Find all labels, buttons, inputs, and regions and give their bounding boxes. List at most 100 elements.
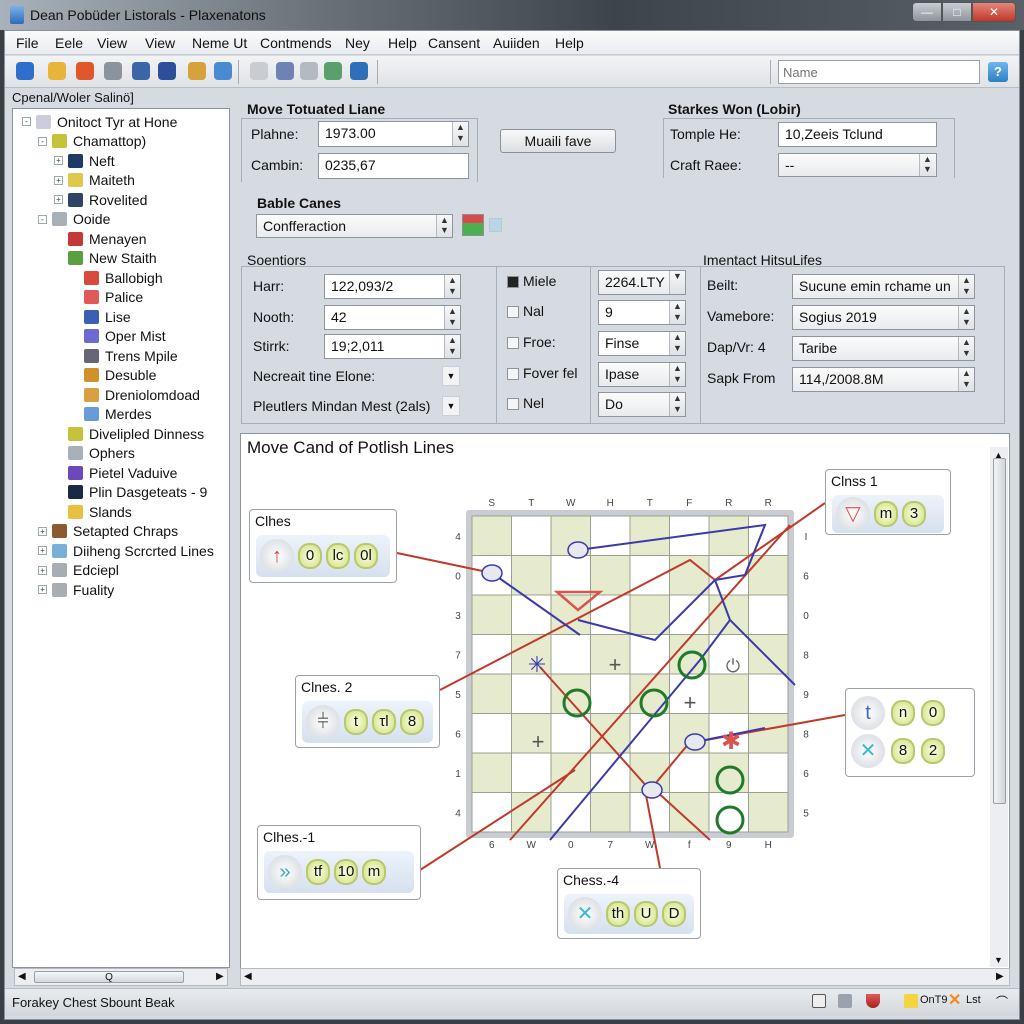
callout-chip[interactable]: 0: [921, 700, 945, 726]
tree-item[interactable]: Pietel Vaduive: [68, 463, 177, 482]
maximize-button[interactable]: □: [942, 2, 972, 22]
callout-chip[interactable]: 10: [334, 859, 358, 885]
bable-canes-spinner[interactable]: ▲ ▼: [436, 215, 452, 237]
tomple-input[interactable]: 10,Zeeis Tclund: [778, 122, 937, 147]
menu-item[interactable]: Ney: [345, 35, 370, 51]
callout-chip[interactable]: 8: [891, 738, 915, 764]
export-icon[interactable]: [350, 62, 368, 80]
contact-spinner[interactable]: ▲ ▼: [958, 337, 974, 360]
x-icon[interactable]: ✕: [851, 734, 885, 768]
checkbox[interactable]: [507, 276, 519, 288]
tree-expander-icon[interactable]: +: [38, 546, 47, 555]
tree-expander-icon[interactable]: +: [54, 156, 63, 165]
scroll-down-icon[interactable]: ▼: [994, 955, 1003, 965]
callout-chip[interactable]: 0: [298, 543, 322, 569]
section-field-input[interactable]: 19;2,011: [324, 334, 461, 359]
tree-item[interactable]: Chamattop): [52, 132, 146, 151]
tree-item[interactable]: Setapted Chraps: [52, 522, 178, 541]
callout-chip[interactable]: 3: [902, 501, 926, 527]
x-icon[interactable]: ✕: [568, 897, 602, 931]
red-arrow-icon[interactable]: ↑: [260, 539, 294, 573]
callout-chip[interactable]: D: [662, 901, 686, 927]
close-x-icon[interactable]: ✕: [948, 990, 961, 1010]
chevron-down-icon[interactable]: ▼: [442, 396, 460, 416]
tree-item[interactable]: Slands: [68, 502, 132, 521]
scroll-right-icon[interactable]: ▶: [996, 971, 1004, 982]
paste-icon[interactable]: [250, 62, 268, 80]
heart-icon[interactable]: [866, 994, 880, 1008]
checkbox[interactable]: [507, 368, 519, 380]
callout-chip[interactable]: t: [344, 709, 368, 735]
scroll-left-icon[interactable]: ◀: [18, 971, 26, 982]
tree-item[interactable]: Rovelited: [68, 190, 147, 209]
close-button[interactable]: ✕: [972, 2, 1016, 22]
merge-icon[interactable]: [214, 62, 232, 80]
menu-item[interactable]: Neme Ut: [192, 35, 247, 51]
folder-open-icon[interactable]: [48, 62, 66, 80]
chevron-stack-icon[interactable]: ⫩: [306, 705, 340, 739]
lock-icon[interactable]: [904, 994, 918, 1008]
menu-item[interactable]: File: [16, 35, 39, 51]
tree-item[interactable]: Maiteth: [68, 171, 135, 190]
menu-item[interactable]: Help: [388, 35, 417, 51]
contact-field-input[interactable]: Taribe: [792, 336, 975, 361]
callout-chip[interactable]: τl: [372, 709, 396, 735]
search-input[interactable]: [778, 60, 980, 84]
callout-chip[interactable]: 2: [921, 738, 945, 764]
save-icon[interactable]: [132, 62, 150, 80]
tree-expander-icon[interactable]: +: [38, 585, 47, 594]
tree-expander-icon[interactable]: +: [38, 565, 47, 575]
contact-spinner[interactable]: ▲ ▼: [958, 275, 974, 298]
screen-icon[interactable]: [812, 994, 826, 1008]
tree-item[interactable]: Onitoct Tyr at Hone: [36, 112, 177, 131]
tree-item[interactable]: New Staith: [68, 249, 157, 268]
checkbox[interactable]: [507, 306, 519, 318]
tree-item[interactable]: Ooide: [52, 210, 110, 229]
menu-item[interactable]: Cansent: [428, 35, 480, 51]
callout-chip[interactable]: 8: [400, 709, 424, 735]
callout-chip[interactable]: lc: [326, 543, 350, 569]
info-icon[interactable]: [489, 218, 502, 232]
fast-forward-icon[interactable]: »: [268, 855, 302, 889]
section-spinner[interactable]: ▲ ▼: [444, 275, 460, 298]
tree-item[interactable]: Edciepl: [52, 561, 119, 580]
scroll-left-icon[interactable]: ◀: [244, 971, 252, 982]
tree-expander-icon[interactable]: -: [38, 214, 47, 224]
contact-spinner[interactable]: ▲ ▼: [958, 306, 974, 329]
diagram-scroll-thumb[interactable]: [993, 458, 1006, 804]
contact-field-input[interactable]: Sogius 2019: [792, 305, 975, 330]
chevron-down-icon[interactable]: ▼: [669, 271, 685, 294]
chevron-down-icon[interactable]: ▼: [442, 366, 460, 386]
tree-expander-icon[interactable]: +: [54, 175, 63, 185]
tree-item[interactable]: Desuble: [84, 366, 156, 385]
bable-canes-select[interactable]: Confferaction: [256, 214, 453, 238]
section-spinner[interactable]: ▲ ▼: [444, 306, 460, 329]
tree-item[interactable]: Dreniolomdoad: [84, 385, 200, 404]
media-icon[interactable]: [158, 62, 176, 80]
callout-chip[interactable]: 0l: [354, 543, 378, 569]
menu-item[interactable]: Help: [555, 35, 584, 51]
tree-item[interactable]: Merdes: [84, 405, 152, 424]
muaili-fave-button[interactable]: Muaili fave: [500, 129, 616, 153]
check-chart-icon[interactable]: [462, 214, 484, 236]
menu-item[interactable]: Auiiden: [493, 35, 540, 51]
section-field-input[interactable]: 122,093/2: [324, 274, 461, 299]
tree-item[interactable]: Ophers: [68, 444, 135, 463]
plahne-input[interactable]: 1973.00: [318, 121, 469, 147]
tree-item[interactable]: Palice: [84, 288, 143, 307]
edit-icon[interactable]: [324, 62, 342, 80]
callout-chip[interactable]: th: [606, 901, 630, 927]
section-spinner[interactable]: ▲ ▼: [669, 332, 685, 355]
checkbox[interactable]: [507, 337, 519, 349]
menu-item[interactable]: Contmends: [260, 35, 332, 51]
section-spinner[interactable]: ▲ ▼: [669, 301, 685, 324]
callout-chip[interactable]: n: [891, 700, 915, 726]
tree-item[interactable]: Trens Mpile: [84, 346, 178, 365]
diagram-horizontal-scrollbar[interactable]: [240, 968, 1010, 986]
settings-icon[interactable]: ⌒: [996, 993, 1008, 1010]
tree-item[interactable]: Lise: [84, 307, 131, 326]
scroll-up-icon[interactable]: ▲: [994, 450, 1003, 460]
link-icon[interactable]: [104, 62, 122, 80]
delete-icon[interactable]: [276, 62, 294, 80]
tree-expander-icon[interactable]: -: [22, 117, 31, 126]
